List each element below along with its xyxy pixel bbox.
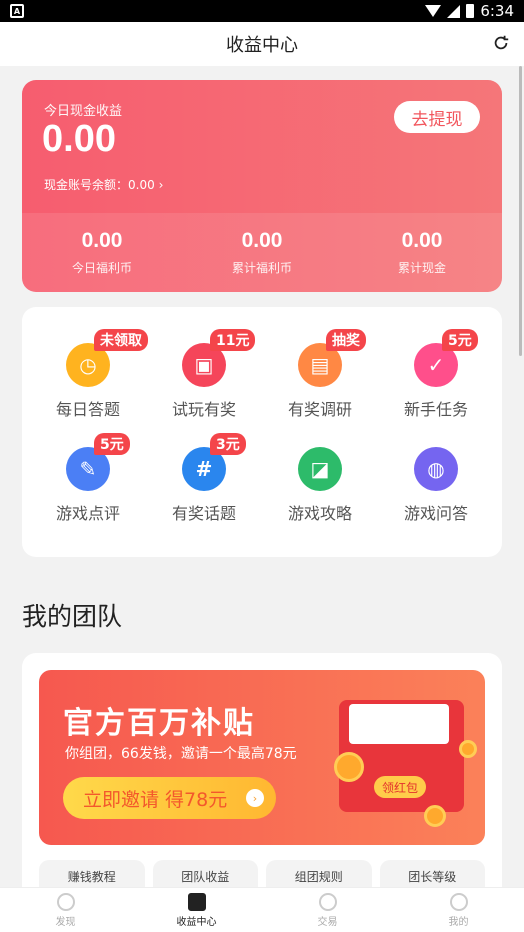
- survey-icon: ▤ 抽奖: [298, 329, 366, 387]
- task-badge: 未领取: [94, 329, 148, 351]
- nav-earnings[interactable]: 收益中心: [131, 888, 262, 932]
- comment-icon: ✎ 5元: [66, 433, 130, 491]
- nav-label: 交易: [317, 916, 338, 928]
- signal-icon: [447, 4, 461, 18]
- arrow-right-icon: ›: [246, 789, 264, 807]
- subsidy-banner[interactable]: 官方百万补贴 你组团，66发钱，邀请一个最高78元 立即邀请 得78元 › 领红…: [39, 670, 485, 845]
- stat-label: 累计福利币: [231, 261, 292, 275]
- stat-today-coins: 0.00 今日福利币: [22, 213, 182, 292]
- task-label: 有奖话题: [171, 504, 236, 523]
- banner-title: 官方百万补贴: [63, 706, 255, 741]
- nav-mine[interactable]: 我的: [393, 888, 524, 932]
- team-card: 官方百万补贴 你组团，66发钱，邀请一个最高78元 立即邀请 得78元 › 领红…: [22, 653, 502, 893]
- coin-icon: [334, 752, 364, 782]
- clock-icon: ◷ 未领取: [66, 329, 148, 387]
- task-label: 每日答题: [55, 400, 120, 419]
- person-icon: [449, 892, 468, 911]
- task-badge: 抽奖: [326, 329, 366, 351]
- task-daily-quiz[interactable]: ◷ 未领取 每日答题: [29, 329, 148, 420]
- nav-label: 发现: [55, 916, 76, 928]
- stat-total-cash: 0.00 累计现金: [342, 213, 502, 292]
- task-guide[interactable]: ◪ 游戏攻略: [261, 447, 379, 524]
- nav-label: 收益中心: [176, 916, 217, 928]
- balance-link[interactable]: 现金账号余额：0.00 ›: [44, 176, 163, 193]
- invite-button[interactable]: 立即邀请 得78元 ›: [63, 777, 276, 819]
- task-label: 新手任务: [403, 400, 468, 419]
- task-badge: 3元: [210, 433, 246, 455]
- nav-label: 我的: [448, 916, 469, 928]
- nav-trade[interactable]: 交易: [262, 888, 393, 932]
- wallet-icon: [187, 892, 206, 911]
- clipboard-icon: ✓ 5元: [414, 329, 478, 387]
- task-newbie[interactable]: ✓ 5元 新手任务: [377, 329, 495, 420]
- today-cash-label: 今日现金收益: [44, 104, 123, 119]
- task-game-review[interactable]: ✎ 5元 游戏点评: [29, 433, 147, 524]
- task-label: 有奖调研: [287, 400, 352, 419]
- notification-icon: A: [10, 4, 24, 18]
- task-badge: 5元: [94, 433, 130, 455]
- gamepad-icon: ▣ 11元: [182, 329, 256, 387]
- tasks-grid: ◷ 未领取 每日答题 ▣ 11元 试玩有奖 ▤ 抽奖 有奖调研 ✓ 5元 新手任务 ✎ 5…: [22, 307, 502, 557]
- coin-icon: [424, 805, 446, 827]
- nav-discover[interactable]: 发现: [0, 888, 131, 932]
- stat-total-coins: 0.00 累计福利币: [182, 213, 342, 292]
- balance-label: 现金账号余额：0.00: [44, 178, 155, 192]
- refresh-icon[interactable]: [492, 34, 510, 52]
- stat-label: 累计现金: [397, 261, 446, 275]
- task-label: 游戏问答: [403, 504, 468, 523]
- wifi-icon: [425, 5, 442, 17]
- bottom-nav: 发现 收益中心 交易 我的: [0, 887, 524, 932]
- task-label: 游戏点评: [55, 504, 120, 523]
- stat-value: 0.00: [241, 229, 283, 252]
- withdraw-button[interactable]: 去提现: [394, 101, 480, 133]
- today-cash-value: 0.00: [42, 118, 116, 160]
- task-label: 试玩有奖: [171, 400, 236, 419]
- banner-subtitle: 你组团，66发钱，邀请一个最高78元: [65, 746, 297, 762]
- envelope-label: 领红包: [374, 776, 426, 798]
- hashtag-icon: #3元: [182, 433, 246, 491]
- stat-label: 今日福利币: [71, 261, 132, 275]
- scrollbar[interactable]: [519, 66, 522, 356]
- task-label: 游戏攻略: [287, 504, 352, 523]
- coin-icon: [459, 740, 477, 758]
- battery-icon: [466, 4, 475, 18]
- status-bar: A 6:34: [0, 0, 524, 22]
- task-qa[interactable]: ◍ 游戏问答: [377, 447, 495, 524]
- earnings-card: 今日现金收益 0.00 现金账号余额：0.00 › 去提现 0.00 今日福利币…: [22, 80, 502, 292]
- status-time: 6:34: [480, 2, 514, 20]
- page-title: 收益中心: [226, 35, 298, 56]
- guide-icon: ◪: [298, 447, 342, 491]
- task-trial-play[interactable]: ▣ 11元 试玩有奖: [145, 329, 263, 420]
- task-survey[interactable]: ▤ 抽奖 有奖调研: [261, 329, 379, 420]
- stat-value: 0.00: [401, 229, 443, 252]
- exchange-icon: [318, 892, 337, 911]
- task-badge: 11元: [210, 329, 256, 351]
- compass-icon: [56, 892, 75, 911]
- task-badge: 5元: [442, 329, 478, 351]
- task-topic[interactable]: #3元 有奖话题: [145, 433, 263, 524]
- qa-icon: ◍: [414, 447, 458, 491]
- stat-value: 0.00: [81, 229, 123, 252]
- envelope-paper: [349, 704, 449, 744]
- header: 收益中心: [0, 22, 524, 66]
- team-section-title: 我的团队: [22, 602, 123, 631]
- invite-label: 立即邀请 得78元: [83, 788, 228, 811]
- chevron-right-icon: ›: [158, 178, 164, 192]
